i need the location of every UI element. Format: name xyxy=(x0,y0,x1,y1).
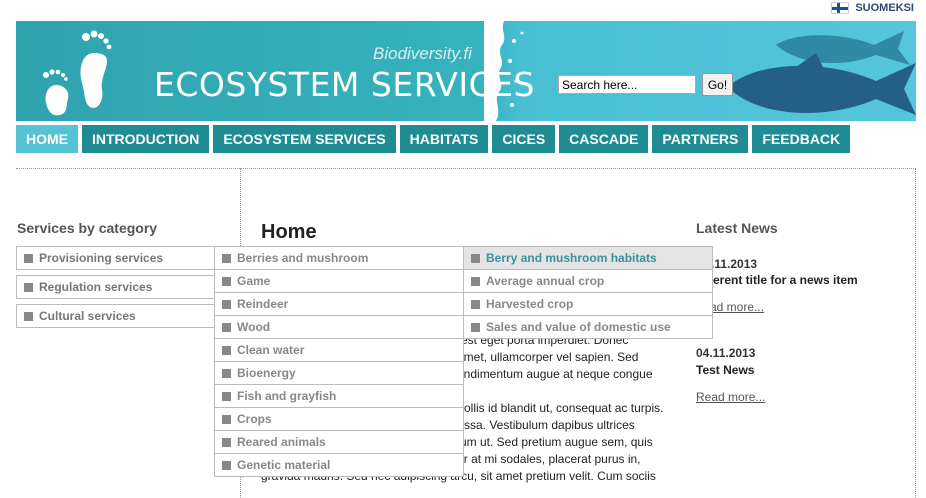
menu-item-average-annual-crop[interactable]: Average annual crop xyxy=(463,269,713,293)
menu-item-bioenergy[interactable]: Bioenergy xyxy=(214,361,464,385)
menu-item-label: Crops xyxy=(237,412,272,426)
bullet-square-icon xyxy=(222,392,231,401)
shoreline-decoration-icon xyxy=(484,21,524,121)
menu-item-label: Reindeer xyxy=(237,297,289,311)
menu-item-wood[interactable]: Wood xyxy=(214,315,464,339)
menu-item-reindeer[interactable]: Reindeer xyxy=(214,292,464,316)
menu-item-berry-habitats[interactable]: Berry and mushroom habitats xyxy=(463,246,713,270)
site-subtitle: Biodiversity.fi xyxy=(373,44,472,63)
menu-item-genetic-material[interactable]: Genetic material xyxy=(214,453,464,477)
news-read-more-link[interactable]: ad more... xyxy=(710,300,764,314)
fish-illustration-icon xyxy=(728,31,916,115)
main-nav: HOME INTRODUCTION ECOSYSTEM SERVICES HAB… xyxy=(16,125,854,153)
menu-item-sales-value[interactable]: Sales and value of domestic use xyxy=(463,315,713,339)
bullet-square-icon xyxy=(24,312,33,321)
menu-item-label: Bioenergy xyxy=(237,366,296,380)
menu-item-label: Clean water xyxy=(237,343,305,357)
nav-ecosystem-services[interactable]: ECOSYSTEM SERVICES xyxy=(213,125,396,153)
bullet-square-icon xyxy=(222,438,231,447)
news-read-more-link[interactable]: Read more... xyxy=(696,390,765,404)
bullet-square-icon xyxy=(24,254,33,263)
news-date: 04.11.2013 xyxy=(696,346,756,360)
menu-item-label: Fish and grayfish xyxy=(237,389,337,403)
menu-item-clean-water[interactable]: Clean water xyxy=(214,338,464,362)
site-title: ECOSYSTEM SERVICES xyxy=(154,65,535,104)
bullet-square-icon xyxy=(222,369,231,378)
news-headline[interactable]: Test News xyxy=(696,363,754,377)
nav-cices[interactable]: CICES xyxy=(492,125,556,153)
menu-item-crops[interactable]: Crops xyxy=(214,407,464,431)
menu-item-reared-animals[interactable]: Reared animals xyxy=(214,430,464,454)
nav-home[interactable]: HOME xyxy=(16,125,78,153)
page-title: Home xyxy=(261,221,317,243)
bullet-square-icon xyxy=(222,323,231,332)
bullet-square-icon xyxy=(471,277,480,286)
bullet-square-icon xyxy=(222,254,231,263)
menu-item-harvested-crop[interactable]: Harvested crop xyxy=(463,292,713,316)
bullet-square-icon xyxy=(471,254,480,263)
sidebar-item-regulation[interactable]: Regulation services xyxy=(16,275,216,299)
header-banner: Biodiversity.fi ECOSYSTEM SERVICES Go! xyxy=(16,21,916,121)
content-right-border xyxy=(915,168,916,498)
news-headline[interactable]: ferent title for a news item xyxy=(709,273,858,287)
menu-item-label: Reared animals xyxy=(237,435,326,449)
bullet-square-icon xyxy=(222,415,231,424)
sidebar-item-cultural[interactable]: Cultural services xyxy=(16,304,216,328)
sidebar-item-label: Regulation services xyxy=(39,280,153,294)
search-go-button[interactable]: Go! xyxy=(702,73,733,96)
footprints-logo-icon xyxy=(43,30,112,116)
nav-introduction[interactable]: INTRODUCTION xyxy=(82,125,210,153)
menu-item-label: Genetic material xyxy=(237,458,331,472)
nav-habitats[interactable]: HABITATS xyxy=(399,125,489,153)
news-date: .11.2013 xyxy=(711,257,758,271)
bullet-square-icon xyxy=(222,346,231,355)
menu-item-label: Game xyxy=(237,274,271,288)
sidebar-item-label: Provisioning services xyxy=(39,251,164,265)
menu-item-berries-mushroom[interactable]: Berries and mushroom xyxy=(214,246,464,270)
language-label: SUOMEKSI xyxy=(855,2,914,14)
menu-item-label: Harvested crop xyxy=(486,297,574,311)
menu-item-game[interactable]: Game xyxy=(214,269,464,293)
sidebar-item-label: Cultural services xyxy=(39,309,136,323)
menu-item-label: Sales and value of domestic use xyxy=(486,320,671,334)
sidebar-title: Services by category xyxy=(17,220,158,236)
language-link[interactable]: SUOMEKSI xyxy=(831,2,914,14)
nav-cascade[interactable]: CASCADE xyxy=(559,125,649,153)
menu-item-label: Berry and mushroom habitats xyxy=(486,251,657,265)
bullet-square-icon xyxy=(24,283,33,292)
bullet-square-icon xyxy=(222,461,231,470)
bullet-square-icon xyxy=(471,323,480,332)
menu-item-fish-grayfish[interactable]: Fish and grayfish xyxy=(214,384,464,408)
bullet-square-icon xyxy=(222,277,231,286)
nav-feedback[interactable]: FEEDBACK xyxy=(752,125,851,153)
menu-item-label: Average annual crop xyxy=(486,274,605,288)
bullet-square-icon xyxy=(222,300,231,309)
search-input[interactable] xyxy=(558,75,696,94)
bullet-square-icon xyxy=(471,300,480,309)
menu-item-label: Berries and mushroom xyxy=(237,251,369,265)
finnish-flag-icon xyxy=(831,2,850,14)
nav-partners[interactable]: PARTNERS xyxy=(652,125,749,153)
news-title: Latest News xyxy=(696,220,778,236)
sidebar-item-provisioning[interactable]: Provisioning services xyxy=(16,246,216,270)
menu-item-label: Wood xyxy=(237,320,271,334)
